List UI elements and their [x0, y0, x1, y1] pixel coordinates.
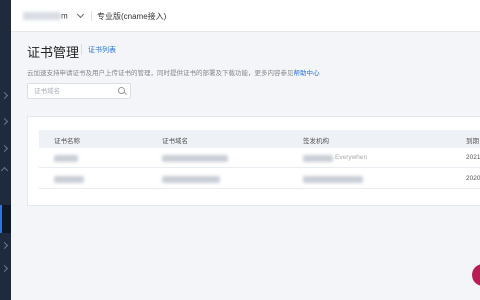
cert-domain-redacted [162, 155, 228, 162]
sidebar-chevron-icon[interactable] [0, 264, 9, 273]
column-header-name: 证书名称 [54, 138, 80, 145]
column-header-expiry: 到期 [466, 138, 479, 145]
sidebar-chevron-icon[interactable] [0, 144, 9, 153]
search-input[interactable] [34, 86, 118, 96]
sidebar-chevron-up-icon[interactable] [0, 166, 9, 175]
issuer-redacted [303, 155, 333, 162]
page-title: 证书管理 [27, 45, 80, 60]
issuer-redacted [303, 176, 363, 183]
tab-certificate-list[interactable]: 证书列表 [88, 45, 116, 55]
expiry-date: 2020 [466, 175, 480, 182]
divider [81, 44, 82, 55]
table-row[interactable]: 2020 [39, 169, 480, 189]
certificate-table-card: 证书名称 证书域名 签发机构 到期 Everywhen 2021 2020 [27, 116, 480, 206]
column-header-issuer: 签发机构 [303, 138, 329, 145]
chevron-down-icon[interactable] [76, 10, 85, 19]
page-description: 云加速支持申请证书及用户上传证书的管理，同时提供证书的部署及下载功能，更多内容参… [27, 70, 320, 77]
cert-name-redacted [54, 155, 78, 162]
sidebar-item-active[interactable] [0, 205, 11, 233]
issuer-text: Everywhen [335, 154, 368, 161]
cert-name-redacted [54, 176, 84, 183]
table-header: 证书名称 证书域名 签发机构 到期 [39, 130, 480, 148]
sidebar-chevron-icon[interactable] [0, 91, 9, 100]
search-box [27, 83, 131, 99]
sidebar-chevron-icon[interactable] [0, 241, 9, 250]
edition-label: 专业版(cname接入) [97, 12, 167, 21]
help-center-link[interactable]: 帮助中心 [294, 70, 320, 77]
cert-domain-redacted [162, 176, 220, 183]
sidebar-chevron-icon[interactable] [0, 117, 9, 126]
search-icon[interactable] [118, 87, 125, 94]
floating-help-button[interactable] [472, 264, 480, 286]
sidebar [0, 0, 11, 300]
column-header-domain: 证书域名 [162, 138, 188, 145]
table-row[interactable]: Everywhen 2021 [39, 148, 480, 168]
divider [91, 11, 92, 21]
account-name-redacted [23, 11, 61, 20]
expiry-date: 2021 [466, 154, 480, 161]
top-bar: m 专业版(cname接入) [11, 0, 480, 32]
account-name[interactable]: m [23, 11, 68, 20]
